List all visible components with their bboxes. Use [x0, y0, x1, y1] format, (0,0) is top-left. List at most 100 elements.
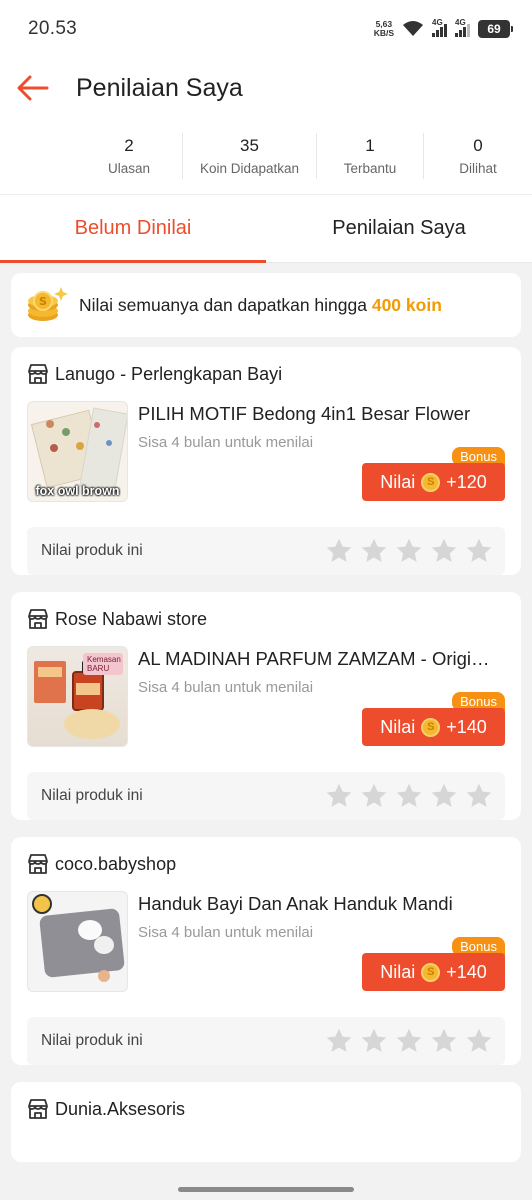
order-card: coco.babyshop Handuk Bayi Dan Anak Handu… [11, 837, 521, 1065]
rate-product-row[interactable]: Nilai produk ini [27, 527, 505, 575]
product-name: Handuk Bayi Dan Anak Handuk Mandi [138, 893, 453, 914]
net-speed-unit: KB/S [373, 28, 394, 38]
shop-name: Dunia.Aksesoris [55, 1098, 186, 1119]
stat-koin: 35 Koin Didapatkan [183, 133, 317, 179]
gesture-navigation-bar[interactable] [178, 1187, 354, 1192]
signal-label: 4G [455, 18, 466, 27]
stat-value: 0 [473, 136, 483, 155]
app-header: Penilaian Saya [0, 58, 532, 118]
star-icon[interactable] [395, 782, 423, 810]
status-time: 20.53 [28, 18, 78, 39]
stat-label: Koin Didapatkan [199, 161, 300, 176]
product-thumbnail[interactable]: fox owl brown [27, 401, 128, 502]
order-list: S Nilai semuanya dan dapatkan hingga 400… [0, 263, 532, 1162]
star-icon[interactable] [430, 1027, 458, 1055]
coin-reward: +120 [446, 471, 487, 492]
star-rating[interactable] [325, 1027, 493, 1055]
product-thumbnail[interactable]: Kemasan BARU [27, 646, 128, 747]
tab-penilaian-saya[interactable]: Penilaian Saya [266, 195, 532, 262]
stat-value: 1 [365, 136, 375, 155]
star-icon[interactable] [430, 782, 458, 810]
status-icons: 5,63 KB/S 4G 4G 69 [374, 18, 513, 38]
signal-icon: 4G [455, 18, 470, 37]
stat-terbantu: 1 Terbantu [317, 133, 424, 179]
rate-product-row[interactable]: Nilai produk ini [27, 1017, 505, 1065]
rate-button-label: Nilai [380, 961, 416, 982]
order-card: Lanugo - Perlengkapan Bayi fox owl brown… [11, 347, 521, 575]
star-icon[interactable] [360, 1027, 388, 1055]
back-button[interactable] [0, 58, 66, 118]
order-item[interactable]: fox owl brown PILIH MOTIF Bedong 4in1 Be… [27, 401, 505, 513]
review-deadline: Sisa 4 bulan untuk menilai [138, 679, 314, 696]
tab-bar: Belum Dinilai Penilaian Saya [0, 195, 532, 263]
store-icon [27, 1099, 49, 1119]
star-icon[interactable] [325, 1027, 353, 1055]
star-icon[interactable] [465, 1027, 493, 1055]
arrow-left-icon [17, 75, 49, 101]
page-title: Penilaian Saya [76, 73, 243, 102]
star-icon[interactable] [395, 537, 423, 565]
thumbnail-caption: Kemasan BARU [83, 653, 123, 675]
shop-name: Lanugo - Perlengkapan Bayi [55, 363, 283, 384]
tab-belum-dinilai[interactable]: Belum Dinilai [0, 195, 266, 263]
product-info: AL MADINAH PARFUM ZAMZAM - Original Sisa… [138, 646, 505, 758]
order-item[interactable]: Handuk Bayi Dan Anak Handuk Mandi Sisa 4… [27, 891, 505, 1003]
coins-icon: S [28, 287, 68, 321]
status-bar: 20.53 5,63 KB/S 4G 4G 69 [0, 0, 532, 58]
rate-button[interactable]: Nilai S +140 [362, 953, 505, 991]
shop-name: coco.babyshop [55, 853, 177, 874]
stat-dilihat: 0 Dilihat [424, 133, 532, 179]
store-icon [27, 609, 49, 629]
coin-icon: S [421, 962, 441, 982]
star-icon[interactable] [325, 537, 353, 565]
product-thumbnail[interactable] [27, 891, 128, 992]
shop-header[interactable]: Rose Nabawi store [27, 592, 505, 646]
order-card: Rose Nabawi store Kemasan BARU AL MADINA… [11, 592, 521, 820]
rate-button[interactable]: Nilai S +120 [362, 463, 505, 501]
star-rating[interactable] [325, 537, 493, 565]
rate-product-label: Nilai produk ini [41, 542, 143, 559]
order-item[interactable]: Kemasan BARU AL MADINAH PARFUM ZAMZAM - … [27, 646, 505, 758]
signal-label: 4G [432, 18, 443, 27]
signal-icon: 4G [432, 18, 447, 37]
star-icon[interactable] [465, 782, 493, 810]
star-icon[interactable] [360, 537, 388, 565]
shop-header[interactable]: Lanugo - Perlengkapan Bayi [27, 347, 505, 401]
rate-button[interactable]: Nilai S +140 [362, 708, 505, 746]
order-card: Dunia.Aksesoris [11, 1082, 521, 1162]
shop-header[interactable]: Dunia.Aksesoris [27, 1082, 505, 1136]
star-icon[interactable] [325, 782, 353, 810]
star-icon[interactable] [465, 537, 493, 565]
stat-label: Dilihat [459, 161, 497, 176]
rate-button-label: Nilai [380, 471, 416, 492]
shop-name: Rose Nabawi store [55, 608, 208, 629]
net-speed: 5,63 KB/S [374, 20, 394, 38]
product-name: AL MADINAH PARFUM ZAMZAM - Original [138, 648, 494, 669]
stat-value: 2 [124, 136, 134, 155]
rate-button-label: Nilai [380, 716, 416, 737]
rate-product-row[interactable]: Nilai produk ini [27, 772, 505, 820]
star-icon[interactable] [360, 782, 388, 810]
rate-product-label: Nilai produk ini [41, 1032, 143, 1049]
battery-icon: 69 [478, 20, 513, 38]
banner-text-main: Nilai semuanya dan dapatkan hingga [79, 294, 372, 315]
coin-icon: S [421, 472, 441, 492]
star-icon[interactable] [430, 537, 458, 565]
thumbnail-caption: fox owl brown [35, 484, 120, 498]
battery-level: 69 [487, 22, 501, 36]
stat-label: Ulasan [107, 161, 151, 176]
wifi-icon [403, 21, 423, 36]
review-stats: 2 Ulasan 35 Koin Didapatkan 1 Terbantu 0… [0, 118, 532, 195]
coin-reward: +140 [446, 716, 487, 737]
star-icon[interactable] [395, 1027, 423, 1055]
shop-header[interactable]: coco.babyshop [27, 837, 505, 891]
rate-product-label: Nilai produk ini [41, 787, 143, 804]
coin-banner: S Nilai semuanya dan dapatkan hingga 400… [11, 273, 521, 337]
banner-text: Nilai semuanya dan dapatkan hingga 400 k… [79, 295, 442, 316]
product-info: Handuk Bayi Dan Anak Handuk Mandi Sisa 4… [138, 891, 505, 1003]
star-rating[interactable] [325, 782, 493, 810]
store-icon [27, 364, 49, 384]
coin-icon: S [421, 717, 441, 737]
product-info: PILIH MOTIF Bedong 4in1 Besar Flower Sis… [138, 401, 505, 513]
review-deadline: Sisa 4 bulan untuk menilai [138, 924, 314, 941]
